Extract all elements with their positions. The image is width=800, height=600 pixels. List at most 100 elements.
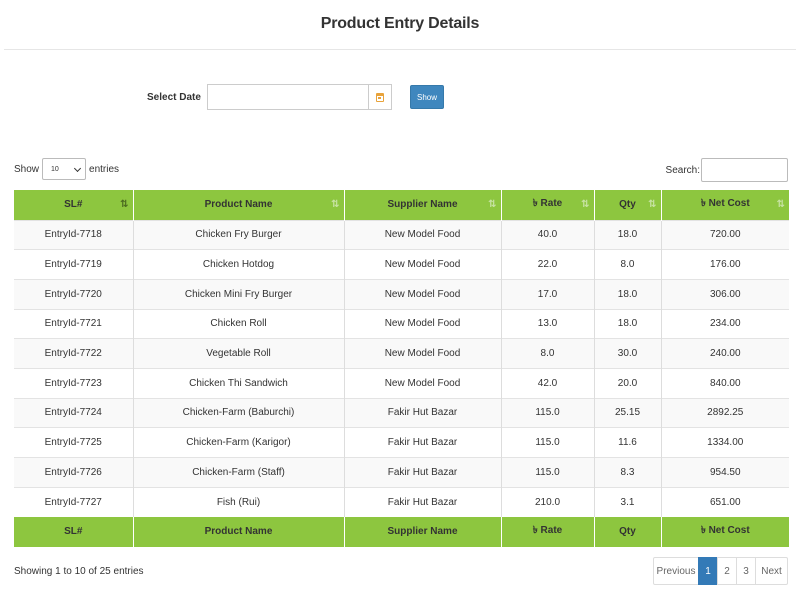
footer-label-qty: Qty (594, 516, 662, 547)
cell-sl: EntryId-7727 (14, 486, 134, 517)
table-row: EntryId-7725 Chicken-Farm (Karigor) Fakir … (14, 427, 789, 458)
table-search: Search: (666, 158, 788, 182)
show-button[interactable]: Show (410, 85, 444, 109)
column-header-supplier-name[interactable]: Supplier Name ⇅ (344, 190, 502, 220)
date-picker-button[interactable] (368, 85, 391, 109)
entries-suffix-label: entries (89, 163, 120, 175)
column-header-product-name[interactable]: Product Name ⇅ (133, 190, 345, 220)
cell-supplier-name: New Model Food (344, 367, 502, 399)
cell-supplier-name: Fakir Hut Bazar (344, 397, 502, 428)
date-input[interactable] (208, 85, 368, 109)
cell-product-name: Chicken-Farm (Baburchi) (133, 397, 345, 428)
cell-product-name: Chicken Fry Burger (133, 219, 345, 250)
search-input[interactable] (701, 158, 788, 182)
pagination-page-1[interactable]: 1 (698, 557, 718, 585)
cell-product-name: Chicken Mini Fry Burger (133, 278, 345, 310)
cell-rate: 13.0 (501, 308, 595, 339)
page-title: Product Entry Details (320, 15, 480, 32)
cell-qty: 18.0 (594, 308, 662, 339)
pagination-previous[interactable]: Previous (653, 557, 699, 585)
title-divider (4, 49, 796, 50)
table-row: EntryId-7719 Chicken Hotdog New Model Food… (14, 249, 789, 280)
cell-supplier-name: New Model Food (344, 308, 502, 339)
cell-rate: 22.0 (501, 249, 595, 280)
table-row: EntryId-7726 Chicken-Farm (Staff) Fakir Hu… (14, 457, 789, 488)
cell-supplier-name: New Model Food (344, 338, 502, 369)
cell-net-cost: 954.50 (661, 457, 789, 488)
cell-qty: 8.0 (594, 249, 662, 280)
cell-rate: 8.0 (501, 338, 595, 369)
cell-sl: EntryId-7719 (14, 249, 134, 280)
cell-sl: EntryId-7723 (14, 367, 134, 399)
cell-product-name: Chicken-Farm (Staff) (133, 457, 345, 488)
cell-product-name: Chicken Thi Sandwich (133, 367, 345, 399)
cell-net-cost: 2892.25 (661, 397, 789, 428)
pagination: Previous 1 2 3 Next (653, 557, 788, 585)
cell-product-name: Chicken Hotdog (133, 249, 345, 280)
chevron-down-icon (73, 164, 82, 173)
cell-sl: EntryId-7718 (14, 219, 134, 250)
table-row: EntryId-7718 Chicken Fry Burger New Model … (14, 219, 789, 250)
cell-net-cost: 720.00 (661, 219, 789, 250)
sort-icon: ⇅ (776, 199, 786, 210)
pagination-page-3[interactable]: 3 (736, 557, 756, 585)
cell-qty: 18.0 (594, 219, 662, 250)
cell-supplier-name: Fakir Hut Bazar (344, 486, 502, 517)
date-picker (207, 84, 392, 110)
table-row: EntryId-7727 Fish (Rui) Fakir Hut Bazar 210… (14, 486, 789, 517)
cell-sl: EntryId-7726 (14, 457, 134, 488)
cell-sl: EntryId-7725 (14, 427, 134, 458)
entries-per-page-select[interactable]: 10 (42, 158, 87, 180)
cell-net-cost: 306.00 (661, 278, 789, 310)
cell-qty: 18.0 (594, 278, 662, 310)
cell-rate: 115.0 (501, 427, 595, 458)
cell-qty: 30.0 (594, 338, 662, 369)
cell-net-cost: 234.00 (661, 308, 789, 339)
entries-length-control: Show 10 entries (14, 158, 119, 180)
column-header-qty[interactable]: Qty ⇅ (594, 190, 662, 220)
sort-icon: ⇅ (581, 199, 590, 210)
pagination-next[interactable]: Next (755, 557, 788, 585)
table-info: Showing 1 to 10 of 25 entries (14, 566, 144, 577)
table-row: EntryId-7720 Chicken Mini Fry Burger New M… (14, 278, 789, 310)
search-label: Search: (665, 164, 700, 176)
cell-net-cost: 840.00 (661, 367, 789, 399)
cell-supplier-name: Fakir Hut Bazar (344, 457, 502, 488)
column-header-net-cost[interactable]: ৳ Net Cost ⇅ (661, 190, 789, 220)
sort-asc-icon: ⇅ (120, 199, 129, 210)
cell-net-cost: 240.00 (661, 338, 789, 369)
footer-label-rate: ৳ Rate (501, 516, 595, 547)
entries-per-page-value: 10 (51, 165, 59, 173)
cell-rate: 17.0 (501, 278, 595, 310)
cell-sl: EntryId-7724 (14, 397, 134, 428)
cell-product-name: Chicken-Farm (Karigor) (133, 427, 345, 458)
footer-label-product-name: Product Name (133, 516, 345, 547)
cell-supplier-name: New Model Food (344, 219, 502, 250)
sort-icon: ⇅ (488, 199, 497, 210)
cell-rate: 42.0 (501, 367, 595, 399)
sort-icon: ⇅ (648, 199, 657, 210)
cell-rate: 210.0 (501, 486, 595, 517)
footer-label-sl: SL# (14, 516, 134, 547)
product-entry-table: SL# ⇅ Product Name ⇅ Supplier Name ⇅ ৳ Rate… (14, 190, 789, 547)
column-header-sl[interactable]: SL# ⇅ (14, 190, 134, 220)
cell-qty: 11.6 (594, 427, 662, 458)
cell-sl: EntryId-7721 (14, 308, 134, 339)
table-row: EntryId-7724 Chicken-Farm (Baburchi) Fakir… (14, 397, 789, 428)
cell-rate: 115.0 (501, 397, 595, 428)
cell-qty: 3.1 (594, 486, 662, 517)
table-footer-row: SL# Product Name Supplier Name ৳ Rate Qt… (14, 516, 789, 547)
cell-product-name: Vegetable Roll (133, 338, 345, 369)
cell-supplier-name: New Model Food (344, 249, 502, 280)
pagination-page-2[interactable]: 2 (717, 557, 737, 585)
cell-qty: 20.0 (594, 367, 662, 399)
cell-qty: 8.3 (594, 457, 662, 488)
cell-product-name: Chicken Roll (133, 308, 345, 339)
cell-rate: 40.0 (501, 219, 595, 250)
cell-qty: 25.15 (594, 397, 662, 428)
cell-sl: EntryId-7720 (14, 278, 134, 310)
cell-supplier-name: New Model Food (344, 278, 502, 310)
show-prefix-label: Show (14, 163, 40, 175)
column-header-rate[interactable]: ৳ Rate ⇅ (501, 190, 595, 220)
table-row: EntryId-7723 Chicken Thi Sandwich New Mode… (14, 367, 789, 399)
